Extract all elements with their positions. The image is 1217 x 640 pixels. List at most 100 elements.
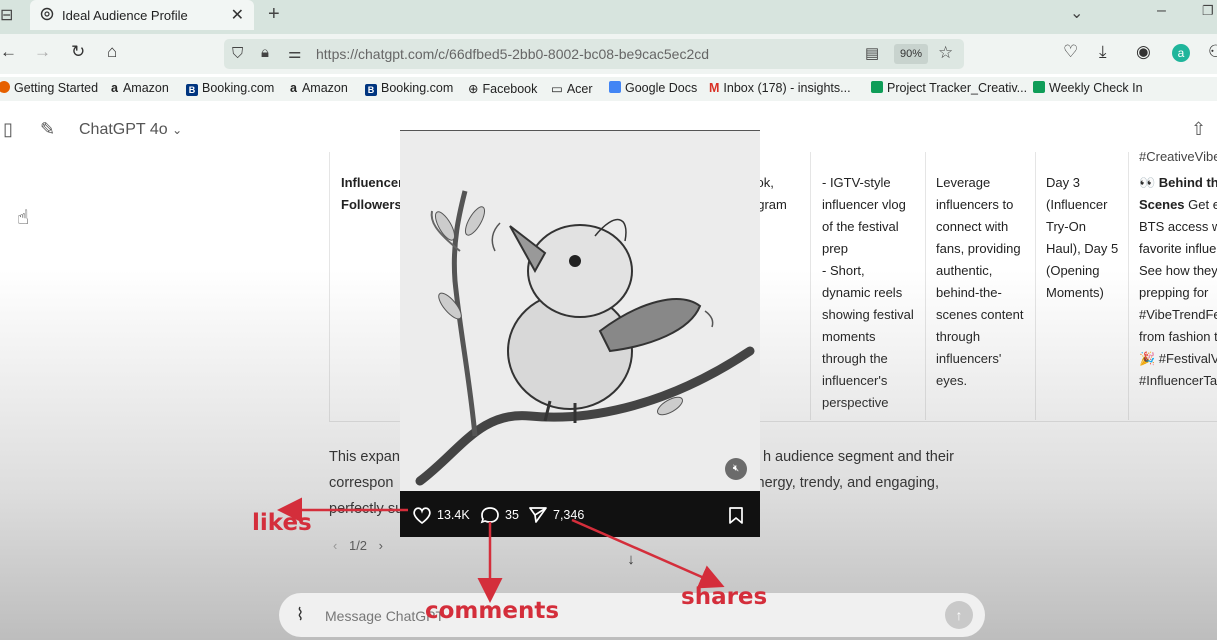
url-text[interactable]: https://chatgpt.com/c/66dfbed5-2bb0-8002… — [316, 46, 709, 62]
bookmark-facebook[interactable]: ⊕ Facebook — [468, 81, 537, 96]
table-cell-line: from fashion t — [1139, 329, 1217, 344]
table-cell-line: of the festival — [822, 219, 899, 234]
home-icon[interactable]: ⌂ — [107, 42, 117, 62]
pager-label: 1/2 — [348, 538, 368, 553]
table-cell-line: #InfluencerTal — [1139, 373, 1217, 388]
bookmark-getting-started[interactable]: Getting Started — [0, 81, 98, 95]
heart-icon — [413, 507, 431, 524]
table-cell-line: 🎉 #FestivalV — [1139, 351, 1217, 366]
table-cell-line: influencers to — [936, 197, 1014, 212]
minimize-icon[interactable]: – — [1157, 2, 1166, 20]
comments-count: 35 — [505, 508, 519, 522]
send-icon — [529, 507, 547, 523]
bookmark-booking-2[interactable]: B Booking.com — [365, 81, 453, 96]
table-cell-line: See how they' — [1139, 263, 1217, 278]
model-selector[interactable]: ChatGPT 4o ⌄ — [79, 121, 182, 139]
forward-icon[interactable]: → — [34, 42, 51, 62]
chatgpt-favicon-icon — [40, 7, 54, 24]
table-cell-line: fans, providing — [936, 241, 1021, 256]
attach-icon[interactable]: ⌇ — [296, 605, 304, 625]
sidebar-toggle-icon[interactable]: ▯ — [3, 119, 13, 140]
globe-icon: ⊕ — [468, 82, 479, 96]
new-tab-icon[interactable]: + — [268, 3, 280, 26]
table-cell-line: scenes content — [936, 307, 1024, 322]
amazon-icon: a — [111, 81, 118, 95]
reader-view-icon[interactable]: ▤ — [865, 44, 879, 62]
bookmark-google-docs[interactable]: Google Docs — [609, 81, 697, 95]
chevron-right-icon[interactable]: › — [379, 538, 383, 553]
new-chat-icon[interactable]: ✎ — [40, 119, 55, 140]
comment-icon — [480, 507, 499, 524]
account-icon[interactable]: ◉ — [1136, 42, 1151, 62]
video-overlay[interactable]: 🔇︎ 13.4K 35 7,346 — [400, 130, 760, 537]
pocket-icon[interactable]: ♡ — [1063, 42, 1078, 62]
close-tab-icon[interactable]: ✕ — [231, 5, 244, 25]
table-cell-line: through — [936, 329, 981, 344]
share-icon[interactable]: ⇧ — [1191, 119, 1206, 140]
downloads-icon[interactable]: ⤓ — [1099, 42, 1107, 62]
table-cell-line: perspective — [822, 395, 889, 410]
extension-icon[interactable]: a — [1172, 44, 1190, 62]
table-cell-line: influencer's — [822, 373, 888, 388]
table-cell-line: BTS access wit — [1139, 219, 1217, 234]
bookmark-inbox[interactable]: M Inbox (178) - insights... — [709, 81, 851, 95]
back-icon[interactable]: ← — [0, 42, 17, 62]
reload-icon[interactable]: ↻ — [71, 42, 85, 62]
bookmark-star-icon[interactable]: ☆ — [938, 43, 953, 63]
sheets-icon — [1033, 81, 1045, 93]
table-cell-line: behind-the- — [936, 285, 1002, 300]
bookmark-booking[interactable]: B Booking.com — [186, 81, 274, 96]
table-cell-content-type: - IGTV-style influencer vlog of the festiv… — [822, 172, 914, 414]
table-cell-line: through the — [822, 351, 888, 366]
table-cell-audience: Influencer Followers — [341, 175, 404, 212]
table-cell-line: - IGTV-style — [822, 175, 891, 190]
comments-stat[interactable]: 35 — [480, 506, 519, 524]
tab-list-icon[interactable]: ⊟ — [0, 5, 13, 25]
likes-stat[interactable]: 13.4K — [412, 506, 470, 524]
shield-icon[interactable]: ⛉ — [232, 45, 243, 62]
bird-sketch-image — [400, 131, 760, 491]
table-cell-line: (Influencer — [1046, 197, 1108, 212]
likes-annotation: likes — [252, 510, 312, 536]
table-cell-line: Leverage — [936, 175, 991, 190]
hand-cursor-icon: ☝︎ — [17, 207, 30, 229]
lock-icon[interactable]: 🔒︎ — [261, 44, 269, 61]
table-cell-line: Haul), Day 5 — [1046, 241, 1119, 256]
scroll-down-icon[interactable]: ↓ — [620, 549, 642, 571]
tab-ideal-audience-profile[interactable]: Ideal Audience Profile ✕ — [30, 0, 254, 30]
mute-icon[interactable]: 🔇︎ — [725, 458, 747, 480]
chevron-left-icon[interactable]: ‹ — [333, 538, 337, 553]
zoom-level[interactable]: 90% — [894, 44, 928, 64]
table-cell-line: prep — [822, 241, 849, 256]
chevron-down-icon[interactable]: ⌄ — [1070, 3, 1083, 23]
chevron-down-icon: ⌄ — [172, 123, 183, 137]
table-cell-schedule: Day 3 (Influencer Try-On Haul), Day 5 (Openi… — [1046, 172, 1118, 304]
amazon-icon: a — [290, 81, 297, 95]
table-cell-line: authentic, — [936, 263, 993, 278]
address-bar[interactable]: ⛉ 🔒︎ ⚌ https://chatgpt.com/c/66dfbed5-2b… — [224, 39, 964, 69]
firefox-icon — [0, 81, 10, 93]
table-cell-line: Moments) — [1046, 285, 1104, 300]
bookmark-project-tracker[interactable]: Project Tracker_Creativ... — [871, 81, 1027, 95]
message-composer[interactable]: ⌇ Message ChatGPT ↑ — [279, 593, 985, 637]
extensions-menu-icon[interactable]: ⚇ — [1208, 42, 1217, 62]
table-cell-line: eyes. — [936, 373, 968, 388]
bookmark-amazon[interactable]: a Amazon — [111, 81, 169, 95]
shares-annotation: shares — [681, 584, 768, 610]
likes-count: 13.4K — [437, 508, 470, 522]
bookmark-amazon-2[interactable]: a Amazon — [290, 81, 348, 95]
table-cell-line: dynamic reels — [822, 285, 903, 300]
permissions-icon[interactable]: ⚌ — [288, 44, 301, 62]
save-icon[interactable] — [728, 506, 749, 525]
table-cell-line: #VibeTrendFe — [1139, 307, 1217, 322]
table-cell-line: Try-On — [1046, 219, 1086, 234]
table-cell-line: favorite influe — [1139, 241, 1217, 256]
table-cell-line: Day 3 — [1046, 175, 1080, 190]
shares-stat[interactable]: 7,346 — [528, 506, 584, 524]
bookmark-acer[interactable]: ▭ Acer — [551, 81, 593, 96]
table-cell-hashtag-top: #CreativeVibe — [1139, 149, 1217, 164]
bookmark-weekly-check-in[interactable]: Weekly Check In — [1033, 81, 1143, 95]
send-button[interactable]: ↑ — [945, 601, 973, 629]
booking-icon: B — [186, 84, 198, 96]
restore-icon[interactable]: ❐ — [1202, 3, 1214, 19]
